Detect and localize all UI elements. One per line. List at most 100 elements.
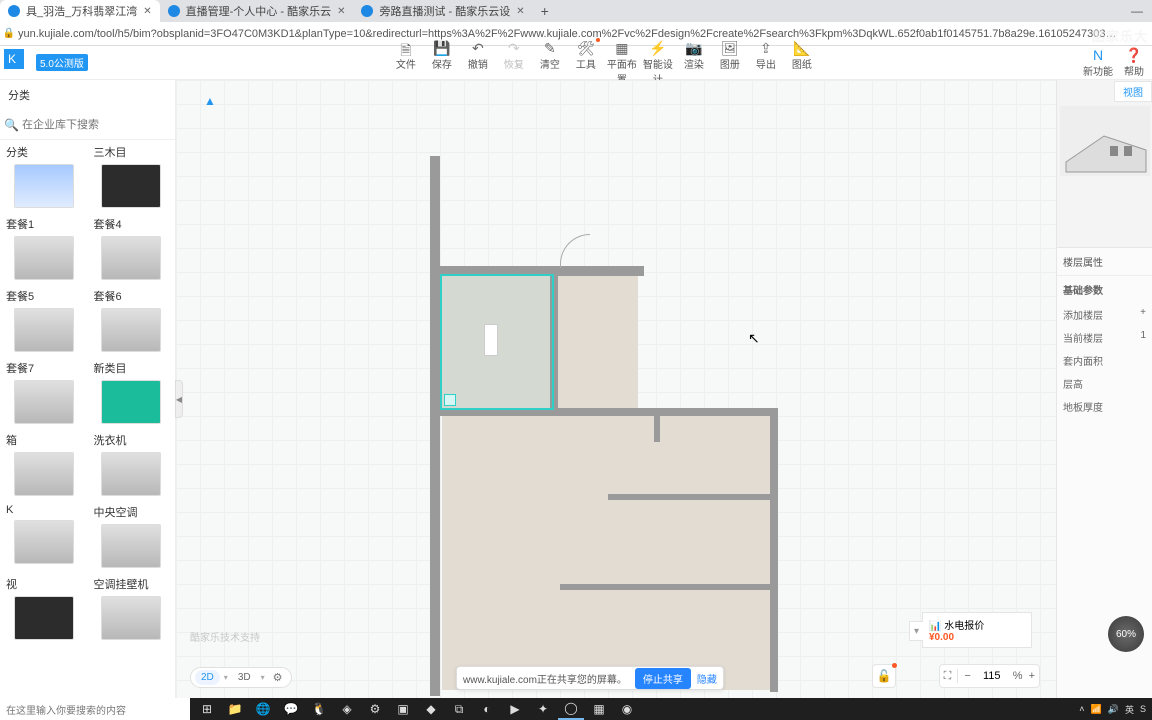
quote-box[interactable]: ▾ 📊 水电报价 ¥0.00 [922,612,1032,648]
property-row[interactable]: 添加楼层+ [1057,303,1152,326]
prop-key: 当前楼层 [1063,330,1103,345]
catalog-thumb [101,452,161,496]
export-button[interactable]: ⇪导出 [748,40,784,86]
property-row[interactable]: 套内面积 [1057,349,1152,372]
catalog-grid: 分类三木目套餐1套餐4套餐5套餐6套餐7新类目箱洗衣机K 中央空调视空调挂壁机 [0,140,175,698]
ime-indicator[interactable]: 英 [1125,703,1134,716]
app-icon[interactable]: ▦ [586,698,612,720]
browser-tab-3[interactable]: 旁路直播测试 - 酷家乐云设 ✕ [353,0,532,22]
tray-chevron-icon[interactable]: ˄ [1079,704,1084,714]
qq-icon[interactable]: 🐧 [306,698,332,720]
new-features-button[interactable]: N新功能 [1080,47,1116,78]
browser-tab-1[interactable]: 具_羽浩_万科翡翠江湾 ✕ [0,0,160,22]
gallery-button[interactable]: 🖼图册 [712,40,748,86]
chevron-left-icon[interactable]: ▾ [909,621,923,641]
minimize-button[interactable]: — [1122,4,1152,18]
search-icon: 🔍 [4,118,20,132]
volume-icon[interactable]: 🔊 [1108,704,1119,715]
floor-plan[interactable]: ✳ [430,156,778,692]
app-logo[interactable]: K [4,49,32,77]
catalog-item[interactable]: 箱 [0,428,88,500]
dingtalk-icon[interactable]: ◈ [334,698,360,720]
zoom-out-button[interactable]: − [964,670,970,682]
catalog-item[interactable]: 三木目 [88,140,176,212]
catalog-item[interactable]: 套餐5 [0,284,88,356]
settings-icon[interactable]: ⚙ [362,698,388,720]
undo-button[interactable]: ↶撤销 [460,40,496,86]
catalog-item[interactable]: 套餐1 [0,212,88,284]
app-icon[interactable]: ▣ [390,698,416,720]
catalog-item[interactable]: 空调挂壁机 [88,572,176,644]
undo-icon: ↶ [460,40,496,56]
new-tab-button[interactable]: + [533,3,557,19]
collapse-left-panel[interactable]: ◀ [175,380,183,418]
property-row[interactable]: 当前楼层1 [1057,326,1152,349]
catalog-item[interactable]: 洗衣机 [88,428,176,500]
catalog-item[interactable]: 套餐4 [88,212,176,284]
app-icon[interactable]: ◐ [474,698,500,720]
ai-design-button[interactable]: ⚡智能设计 [640,40,676,86]
view-2d-button[interactable]: 2D [195,670,220,685]
catalog-item[interactable]: 套餐7 [0,356,88,428]
catalog-search: 🔍 [0,110,175,140]
close-icon[interactable]: ✕ [143,6,151,17]
catalog-item[interactable]: 分类 [0,140,88,212]
drawing-button[interactable]: 📐图纸 [784,40,820,86]
tab-favicon [8,5,20,17]
zoom-input[interactable] [977,670,1007,682]
catalog-item[interactable]: 套餐6 [88,284,176,356]
catalog-label: 三木目 [94,144,170,160]
catalog-item[interactable]: 中央空调 [88,500,176,572]
close-icon[interactable]: ✕ [337,6,345,17]
chrome-icon[interactable]: ◯ [558,698,584,720]
preview-thumbnail[interactable] [1060,106,1150,176]
explorer-icon[interactable]: 📁 [222,698,248,720]
hide-share-button[interactable]: 隐藏 [697,671,717,686]
app-header: K 5.0公测版 🗎文件 💾保存 ↶撤销 ↷恢复 ✎清空 🛠工具 ▦平面布置 ⚡… [0,46,1152,80]
app-icon[interactable]: ▶ [502,698,528,720]
view-settings-icon[interactable]: ⚙ [269,671,287,684]
lock-icon: 🔒 [0,28,18,39]
view-tab[interactable]: 视图 [1114,81,1152,102]
catalog-search-input[interactable] [20,117,171,133]
edge-icon[interactable]: 🌐 [250,698,276,720]
help-button[interactable]: ❓帮助 [1116,47,1152,78]
app-icon[interactable]: ✦ [530,698,556,720]
property-row[interactable]: 层高 [1057,372,1152,395]
app-icon[interactable]: ◉ [614,698,640,720]
gallery-icon: 🖼 [712,40,748,56]
left-tab[interactable]: 分类 [8,87,30,103]
stop-share-button[interactable]: 停止共享 [635,668,691,689]
file-button[interactable]: 🗎文件 [388,40,424,86]
catalog-label: 中央空调 [94,504,170,520]
task-view-icon[interactable]: ⊞ [194,698,220,720]
browser-tab-2[interactable]: 直播管理-个人中心 - 酷家乐云 ✕ [160,0,354,22]
canvas[interactable]: ◀ ▲ ✳ 酷家乐技术支持 视图 楼层属性 [176,80,1152,698]
layout-button[interactable]: ▦平面布置 [604,40,640,86]
render-button[interactable]: 📷渲染 [676,40,712,86]
wechat-icon[interactable]: 💬 [278,698,304,720]
sogou-icon[interactable]: S [1140,704,1146,714]
catalog-item[interactable]: K [0,500,88,572]
property-row[interactable]: 地板厚度 [1057,395,1152,418]
lock-button[interactable]: 🔓 [872,664,896,688]
tools-icon: 🛠 [568,40,604,56]
catalog-thumb [101,308,161,352]
fullscreen-icon[interactable]: ⛶ [944,670,952,683]
catalog-item[interactable]: 视 [0,572,88,644]
wifi-icon[interactable]: 📶 [1091,704,1102,715]
view-3d-button[interactable]: 3D [232,670,257,685]
system-tray[interactable]: ˄ 📶 🔊 英 S [1079,703,1152,716]
url-text[interactable]: yun.kujiale.com/tool/h5/bim?obsplanid=3F… [18,28,1152,40]
tools-button[interactable]: 🛠工具 [568,40,604,86]
app-icon[interactable]: ◆ [418,698,444,720]
zoom-indicator[interactable]: 60% [1108,616,1144,652]
save-button[interactable]: 💾保存 [424,40,460,86]
zoom-in-button[interactable]: + [1029,670,1035,682]
catalog-thumb [14,164,74,208]
taskbar-search[interactable]: 在这里输入你要搜索的内容 [0,698,190,720]
clear-button[interactable]: ✎清空 [532,40,568,86]
close-icon[interactable]: ✕ [516,6,524,17]
vscode-icon[interactable]: ⧉ [446,698,472,720]
catalog-item[interactable]: 新类目 [88,356,176,428]
